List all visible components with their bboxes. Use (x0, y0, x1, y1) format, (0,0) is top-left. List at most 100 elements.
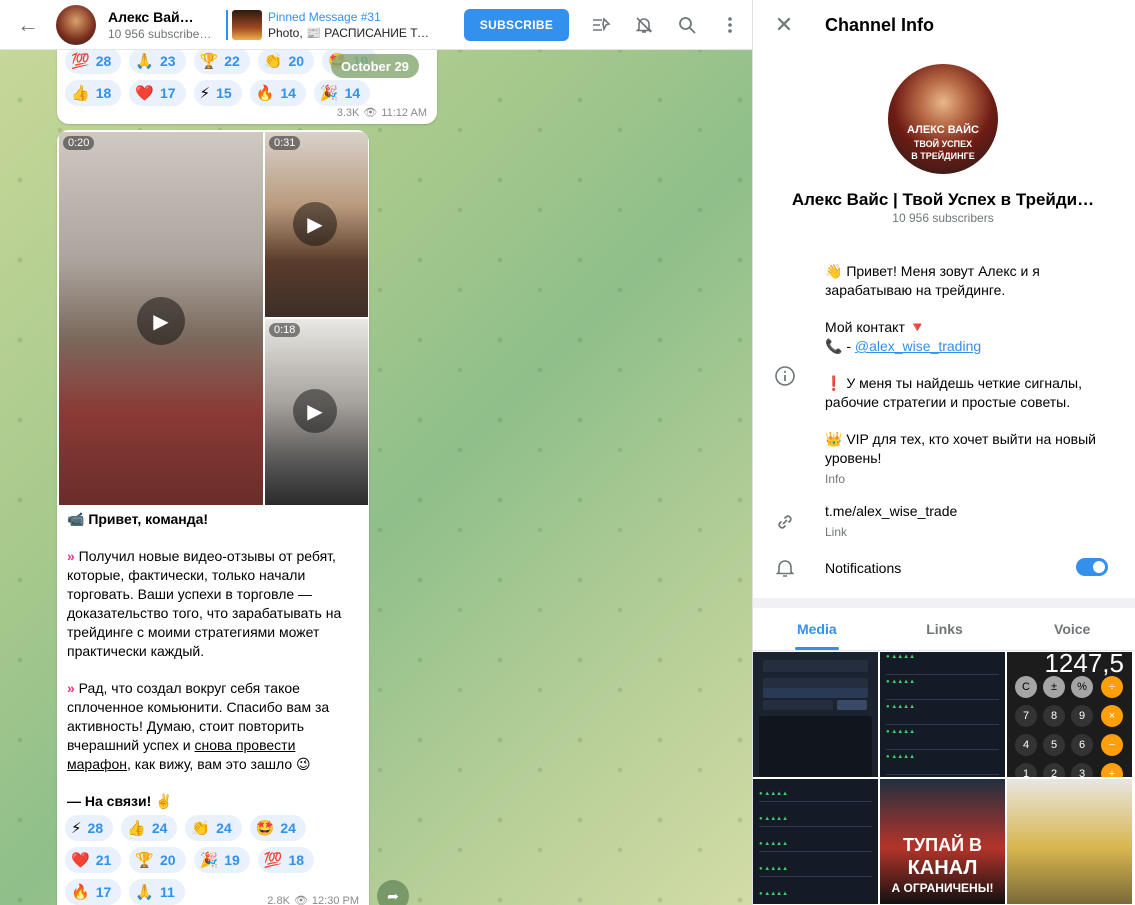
contact-link[interactable]: @alex_wise_trading (855, 338, 981, 354)
play-icon[interactable]: ▶ (293, 202, 337, 246)
reaction-chip[interactable]: 👍 24 (121, 815, 178, 841)
reactions-row: ⚡ 28 👍 24 👏 24 🤩 24 (57, 815, 314, 841)
video-thumbnail[interactable]: 0:31 ▶ (265, 132, 368, 317)
reaction-count: 14 (344, 85, 361, 101)
reaction-emoji: 👏 (263, 53, 283, 70)
message-greeting: 📹 Привет, команда! (67, 511, 209, 527)
reaction-count: 23 (159, 53, 176, 69)
reaction-count: 15 (216, 85, 232, 101)
message-bubble[interactable]: 💯28 🙏23 🏆22 👏20 🤩19 👍18 ❤️17 ⚡15 🔥14 🎉14… (57, 40, 437, 124)
media-thumbnail[interactable]: ● ▲▲▲▲ ● ▲▲▲▲ ● ▲▲▲▲ ● ▲▲▲▲ ● ▲▲▲▲ (753, 779, 878, 904)
message-signoff: — На связи! ✌️ (67, 793, 173, 809)
mute-bell-icon[interactable] (622, 5, 665, 45)
media-grid: ● ▲▲▲▲ ● ▲▲▲▲ ● ▲▲▲▲ ● ▲▲▲▲ ● ▲▲▲▲ 1247,5 C … (753, 652, 1135, 904)
reaction-emoji: 💯 (263, 852, 283, 869)
quote-arrow: » (67, 680, 75, 696)
reaction-count: 24 (280, 820, 296, 836)
channel-subscriber-count: 10 956 subscribers (892, 211, 994, 225)
message-meta: 2.8K 👁 12:30 PM (267, 894, 359, 905)
avatar-text: АЛЕКС ВАЙС (907, 124, 979, 136)
search-icon[interactable] (665, 5, 708, 45)
pinned-list-icon[interactable] (579, 5, 622, 45)
reaction-chip[interactable]: 💯 18 (257, 847, 315, 873)
info-paragraph: 👋 Привет! Меня зовут Алекс и я зарабатыв… (825, 263, 1040, 298)
channel-avatar[interactable] (56, 4, 96, 45)
reaction-chip[interactable]: 🎉 14 (313, 80, 371, 106)
view-count: 3.3K (336, 106, 360, 119)
info-paragraph: ❗ У меня ты найдешь четкие сигналы, рабо… (825, 375, 1083, 410)
reaction-chip[interactable]: ⚡ 15 (193, 80, 242, 106)
message-time: 11:12 AM (381, 106, 427, 119)
message-paragraph: » Получил новые видео-отзывы от ребят, к… (67, 547, 362, 661)
view-count: 2.8K (267, 894, 290, 905)
video-duration: 0:18 (269, 323, 301, 337)
channel-full-name: Алекс Вайс | Твой Успех в Трейди… (791, 190, 1095, 209)
notifications-toggle[interactable] (1076, 558, 1108, 576)
reaction-emoji: ❤️ (135, 85, 154, 102)
reactions-block: ⚡ 28 👍 24 👏 24 🤩 24 ❤️ 21 🏆 20 🎉 19 💯 18 🔥 17 🙏 11 (57, 815, 315, 905)
panel-title: Channel Info (825, 14, 934, 35)
video-thumbnail[interactable]: 0:18 ▶ (265, 319, 368, 505)
reaction-chip[interactable]: ❤️ 17 (129, 80, 186, 106)
channel-avatar-large[interactable]: АЛЕКС ВАЙС ТВОЙ УСПЕХ В ТРЕЙДИНГЕ (888, 64, 998, 174)
reaction-chip[interactable]: 🙏 11 (129, 879, 185, 905)
date-separator: October 29 (331, 54, 419, 78)
play-icon[interactable]: ▶ (293, 389, 337, 433)
media-thumbnail[interactable] (1007, 779, 1132, 904)
media-tabs: Media Links Voice (753, 608, 1135, 651)
close-icon[interactable]: ✕ (753, 0, 815, 50)
pinned-message[interactable]: Pinned Message #31 Photo, 📰 РАСПИСАНИЕ Т… (226, 9, 436, 40)
reaction-chip[interactable]: 👏 20 (257, 48, 315, 74)
reaction-chip[interactable]: 🔥 14 (249, 80, 306, 106)
message-bubble[interactable]: 0:20 ▶ 0:31 ▶ 0:18 ▶ 📹 Привет, команда! … (57, 130, 369, 905)
reaction-emoji: 🙏 (135, 884, 154, 901)
play-icon[interactable]: ▶ (137, 297, 185, 345)
media-thumbnail[interactable] (753, 652, 878, 777)
back-arrow-icon[interactable]: ← (0, 0, 56, 50)
tab-media[interactable]: Media (753, 608, 881, 650)
message-meta: 3.3K 👁 11:12 AM (336, 106, 427, 120)
media-thumbnail[interactable]: ● ▲▲▲▲ ● ▲▲▲▲ ● ▲▲▲▲ ● ▲▲▲▲ ● ▲▲▲▲ (880, 652, 1005, 777)
avatar-text: В ТРЕЙДИНГЕ (911, 151, 975, 161)
media-thumbnail[interactable]: ТУПАЙ В КАНАЛ А ОГРАНИЧЕНЫ! (880, 779, 1005, 904)
media-thumbnail[interactable]: 1247,5 C ± % ÷ 7 8 9 × 4 5 6 − 1 2 3 + (1007, 652, 1132, 777)
video-thumbnail[interactable]: 0:20 ▶ (59, 132, 263, 505)
reaction-count: 28 (87, 820, 104, 836)
media-caption: КАНАЛ (907, 857, 978, 879)
pinned-thumbnail (232, 9, 262, 40)
reaction-chip[interactable]: ⚡ 28 (65, 815, 114, 841)
media-caption: ТУПАЙ В (902, 835, 983, 855)
info-paragraph: 👑 VIP для тех, кто хочет выйти на новый … (825, 431, 1096, 466)
channel-title-block[interactable]: Алекс Вай… 10 956 subscribe… (108, 9, 218, 41)
pinned-text: Pinned Message #31 Photo, 📰 РАСПИСАНИЕ Т… (268, 10, 436, 40)
forward-icon[interactable]: ➦ (377, 880, 409, 905)
reaction-count: 28 (95, 53, 112, 69)
reaction-chip[interactable]: 🏆 22 (193, 48, 250, 74)
reaction-chip[interactable]: 🏆 20 (129, 847, 186, 873)
tab-links[interactable]: Links (881, 608, 1009, 650)
link-icon (773, 510, 797, 534)
video-duration: 0:20 (63, 136, 95, 150)
reaction-emoji: ⚡ (71, 820, 82, 837)
reaction-chip[interactable]: 💯 28 (65, 48, 122, 74)
video-duration: 0:31 (269, 136, 301, 150)
avatar-text: ТВОЙ УСПЕХ (913, 139, 973, 149)
bell-icon (773, 556, 797, 580)
tab-voice[interactable]: Voice (1008, 608, 1135, 650)
reaction-emoji: 🔥 (255, 85, 275, 102)
reaction-chip[interactable]: ❤️ 21 (65, 847, 122, 873)
reaction-chip[interactable]: 👏 24 (185, 815, 242, 841)
calculator-display: 1247,5 (1044, 652, 1124, 678)
more-vertical-icon[interactable] (708, 5, 751, 45)
reaction-chip[interactable]: 🔥 17 (65, 879, 122, 905)
reaction-count: 20 (288, 53, 305, 69)
reaction-chip[interactable]: 👍 18 (65, 80, 122, 106)
reaction-emoji: 🏆 (199, 53, 219, 70)
link-label: Link (825, 525, 848, 539)
reaction-chip[interactable]: 🤩 24 (249, 815, 306, 841)
subscribe-button[interactable]: SUBSCRIBE (464, 8, 569, 41)
reaction-count: 20 (159, 852, 176, 868)
info-paragraph: Мой контакт 🔻 📞 - @alex_wise_trading (825, 318, 1115, 356)
reaction-chip[interactable]: 🙏 23 (129, 48, 186, 74)
reaction-chip[interactable]: 🎉 19 (193, 847, 250, 873)
